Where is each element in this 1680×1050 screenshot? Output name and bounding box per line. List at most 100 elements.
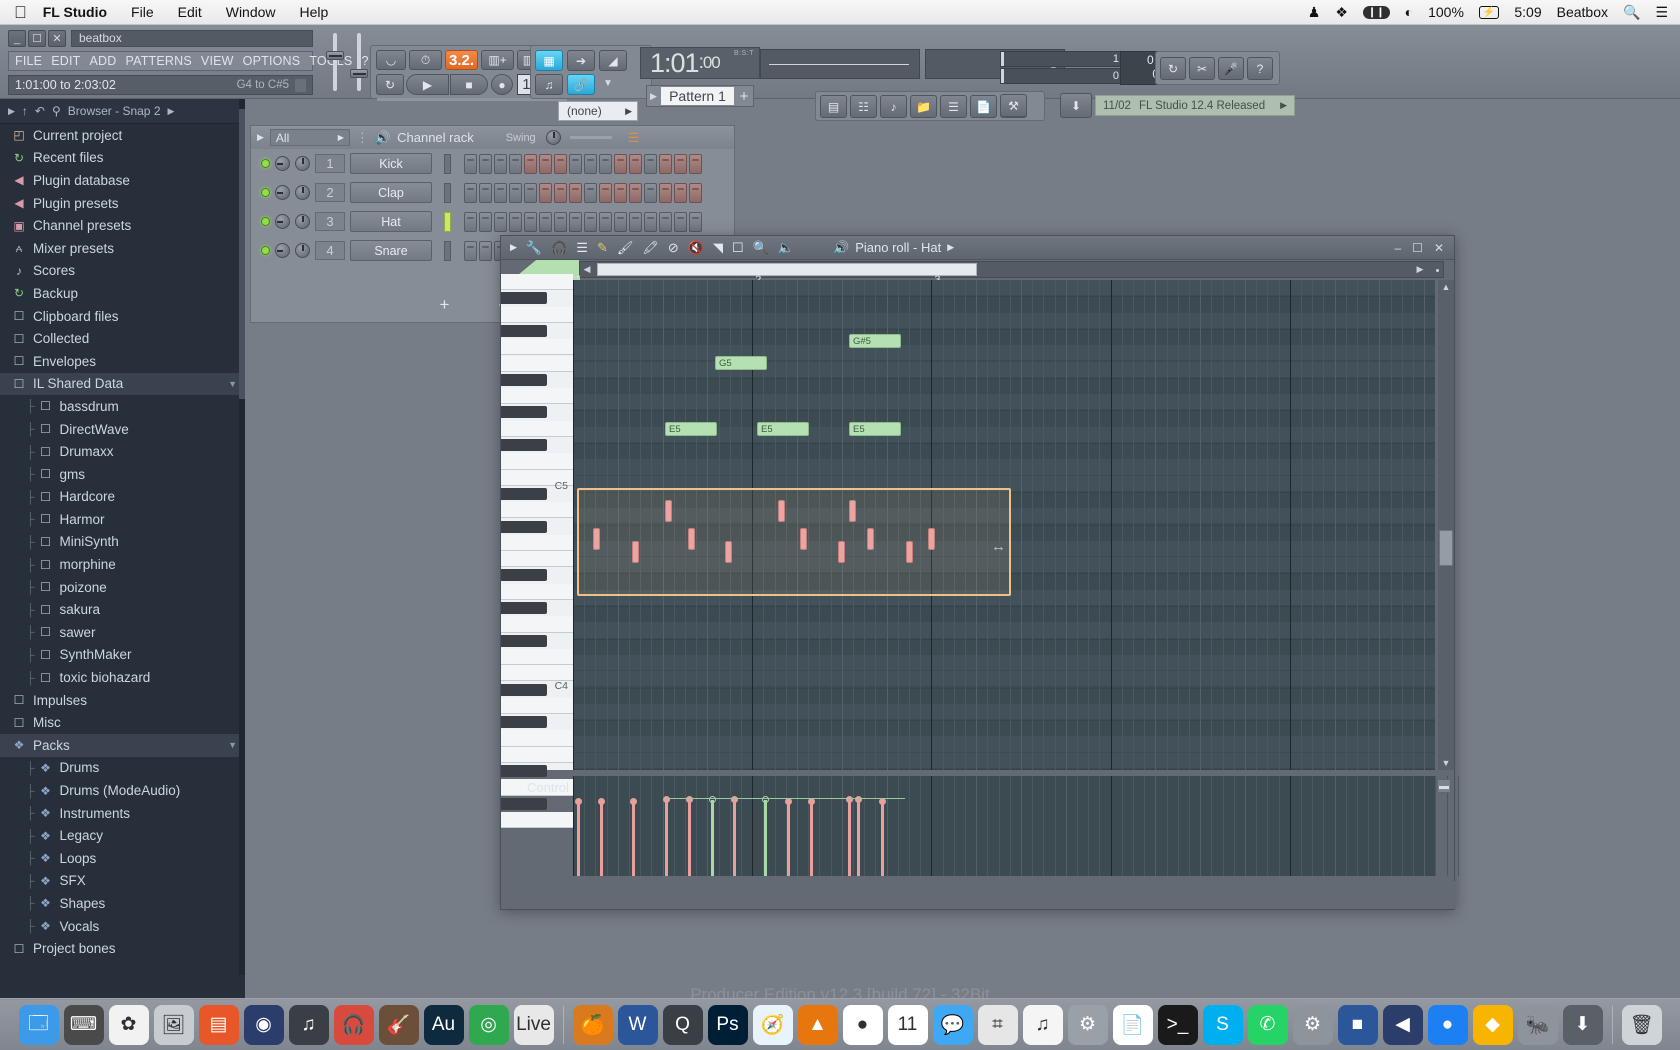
piano-roll-note[interactable] <box>593 528 600 550</box>
dock-item-preview[interactable]: 🖼 <box>153 1004 194 1045</box>
menu-file[interactable]: FILE <box>15 54 42 68</box>
mixer-button[interactable]: ☰ <box>940 95 967 118</box>
step-button[interactable] <box>479 240 492 261</box>
chevron-right-icon[interactable]: ▶ <box>510 242 517 253</box>
channel-number[interactable]: 3 <box>315 212 345 231</box>
browser-item-mixer-presets[interactable]: ⩜ Mixer presets <box>0 237 245 260</box>
dock-item-audacity[interactable]: 🎧 <box>333 1004 374 1045</box>
browser-item-project-bones[interactable]: ☐ Project bones <box>0 937 245 960</box>
edit-tools-button[interactable]: ✂ <box>1189 57 1215 80</box>
menu-view[interactable]: VIEW <box>201 54 234 68</box>
chevron-down-icon[interactable]: ▼ <box>228 379 237 389</box>
dock-item-fl-studio[interactable]: 🍊 <box>572 1004 613 1045</box>
velocity-stem[interactable] <box>764 800 767 876</box>
piano-roll-note[interactable]: E5 <box>849 422 901 436</box>
piano-roll-note[interactable]: E5 <box>665 422 717 436</box>
piano-roll-note[interactable] <box>800 528 807 550</box>
menubar-item-edit[interactable]: Edit <box>178 4 202 20</box>
piano-roll-grid[interactable]: G5 G#5 E5 E5 E5 ↔ <box>573 280 1435 770</box>
piano-roll-note[interactable]: G#5 <box>849 334 901 348</box>
browser-item-shapes[interactable]: ├ ❖ Shapes <box>0 892 245 915</box>
dock-item-finder[interactable]: 🗔 <box>18 1004 59 1045</box>
piano-roll-note[interactable] <box>867 528 874 550</box>
step-button[interactable] <box>629 153 642 174</box>
download-button[interactable]: ⬇ <box>1060 93 1092 118</box>
channel-mute-led[interactable] <box>261 246 270 255</box>
dock-item-calendar[interactable]: 11 <box>887 1004 928 1045</box>
step-button[interactable] <box>659 211 672 232</box>
dock-item-quicktime[interactable]: Q <box>662 1004 703 1045</box>
project-name-label[interactable]: beatbox <box>71 30 313 47</box>
channel-number[interactable]: 1 <box>315 154 345 173</box>
piano-roll-note[interactable] <box>928 528 935 550</box>
back-arrow-icon[interactable]: ↶ <box>35 104 45 118</box>
menubar-item-file[interactable]: File <box>131 4 154 20</box>
step-button[interactable] <box>539 211 552 232</box>
step-button[interactable] <box>614 182 627 203</box>
slice-icon[interactable]: ◥ <box>713 240 723 256</box>
channel-volume-knob[interactable] <box>295 214 310 229</box>
piano-key-white[interactable] <box>501 697 573 715</box>
velocity-stem[interactable] <box>857 800 860 876</box>
wifi-icon[interactable]: ◐ <box>1405 4 1413 20</box>
velocity-stem[interactable] <box>600 802 603 876</box>
dock-item-terminal[interactable]: >_ <box>1157 1004 1198 1045</box>
maximize-button[interactable]: ☐ <box>1412 241 1423 255</box>
channel-row[interactable]: 3 Hat <box>251 207 734 236</box>
apple-menu-icon[interactable]:  <box>14 4 27 21</box>
pattern-menu-icon[interactable]: ▶ <box>647 91 660 102</box>
browser-item-current-project[interactable]: ◰ Current project <box>0 124 245 147</box>
stop-button[interactable]: ■ <box>450 74 488 95</box>
step-button[interactable] <box>659 153 672 174</box>
step-button[interactable] <box>584 182 597 203</box>
browser-item-channel-presets[interactable]: ▣ Channel presets <box>0 214 245 237</box>
step-button[interactable] <box>479 182 492 203</box>
step-button[interactable] <box>494 153 507 174</box>
piano-key-black[interactable] <box>501 797 547 810</box>
browser-scroll-thumb[interactable] <box>239 109 245 399</box>
speaker-icon[interactable]: 🔊 <box>375 130 391 146</box>
time-display[interactable]: 1:01:00 B:S:T <box>640 47 760 79</box>
piano-roll-note[interactable] <box>838 541 845 563</box>
step-button[interactable] <box>629 211 642 232</box>
piano-key-white[interactable] <box>501 811 573 829</box>
undo-history-button[interactable]: ↻ <box>1160 57 1186 80</box>
close-button[interactable]: ✕ <box>1434 241 1444 255</box>
chevron-right-icon[interactable]: ▶ <box>1280 100 1287 111</box>
menu-options[interactable]: OPTIONS <box>243 54 301 68</box>
step-button[interactable] <box>584 211 597 232</box>
browser-item-packs[interactable]: ❖ Packs ▼ <box>0 734 245 757</box>
paint-add-icon[interactable]: 🖍 <box>642 240 659 256</box>
browser-item-recent-files[interactable]: ↻ Recent files <box>0 147 245 170</box>
dock-item-serato[interactable]: ◎ <box>468 1004 509 1045</box>
add-pattern-button[interactable]: + <box>735 88 753 105</box>
step-button[interactable] <box>644 182 657 203</box>
piano-key-white[interactable] <box>501 420 573 437</box>
close-button[interactable]: ✕ <box>48 30 66 47</box>
dock-item-downloads[interactable]: ⬇ <box>1562 1004 1603 1045</box>
step-button[interactable] <box>569 211 582 232</box>
dock-item-sketch[interactable]: ◆ <box>1472 1004 1513 1045</box>
piano-key-black[interactable] <box>501 439 547 451</box>
velocity-handle[interactable] <box>598 798 605 805</box>
velocity-handle[interactable] <box>879 798 886 805</box>
minimize-button[interactable]: _ <box>8 30 26 47</box>
wait-for-input-button[interactable]: ⏱ <box>409 50 442 70</box>
tempo-tap-button[interactable]: ⚒ <box>1000 94 1027 117</box>
menubar-item-help[interactable]: Help <box>300 4 329 20</box>
dock-item-terminal-alt[interactable]: ⌨ <box>63 1004 104 1045</box>
step-button[interactable] <box>509 182 522 203</box>
browser-item-morphine[interactable]: ├ ☐ morphine <box>0 553 245 576</box>
snap-button[interactable]: ♫ <box>535 74 563 95</box>
step-button[interactable] <box>464 182 477 203</box>
piano-key-white[interactable] <box>501 730 573 747</box>
dock-item-audition[interactable]: Au <box>423 1004 464 1045</box>
dock-item-photoshop[interactable]: Ps <box>707 1004 748 1045</box>
chevron-down-icon[interactable]: ▼ <box>603 78 613 89</box>
dock-item-itunes[interactable]: ♫ <box>1022 1004 1063 1045</box>
channel-number[interactable]: 2 <box>315 183 345 202</box>
pattern-count-display[interactable]: 3.2. <box>445 50 478 70</box>
multilink-knob[interactable]: ◢ <box>599 50 627 71</box>
penguin-icon[interactable]: ♟ <box>1308 4 1321 21</box>
playback-icon[interactable]: 🔈 <box>778 240 794 256</box>
